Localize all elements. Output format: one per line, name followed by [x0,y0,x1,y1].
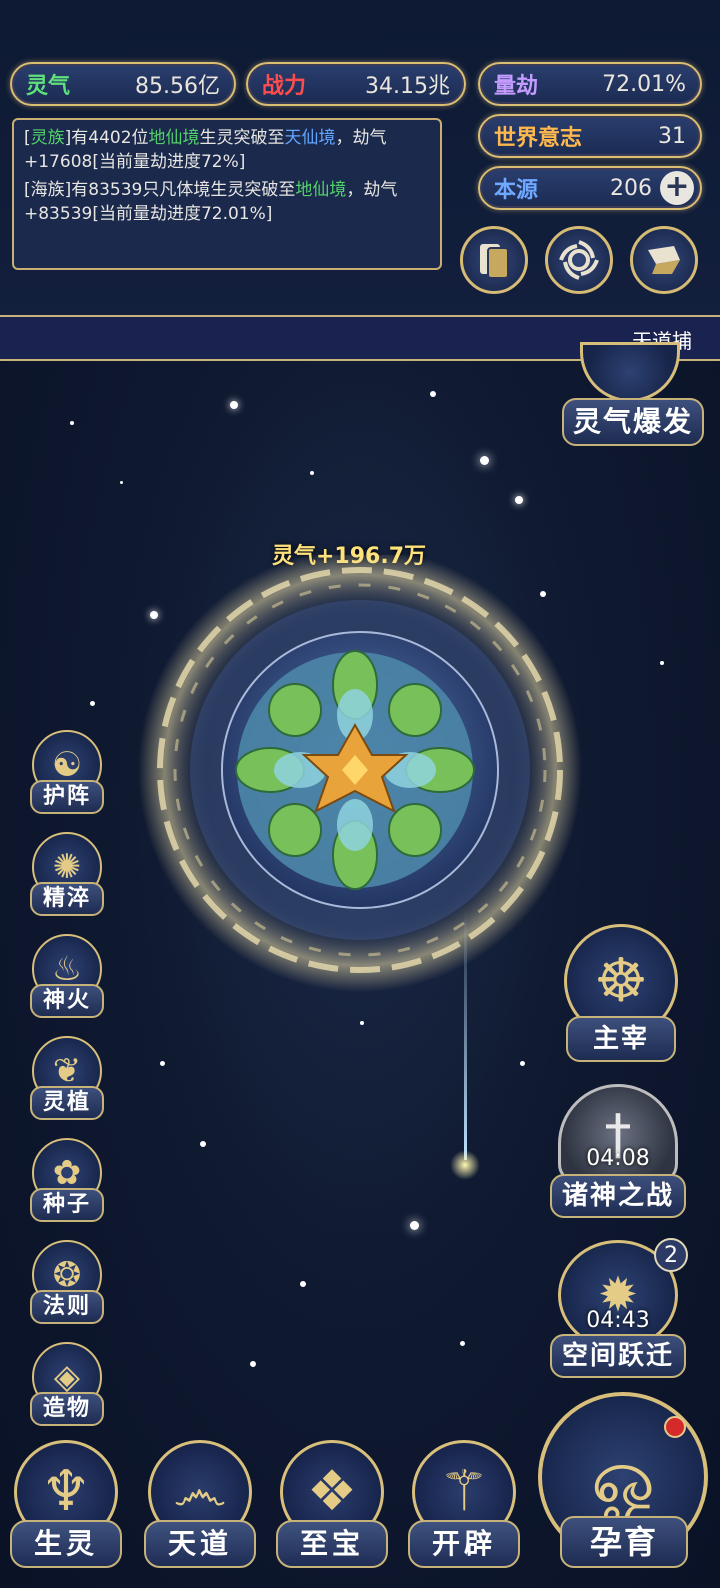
nurture-label: 孕育 [560,1516,688,1568]
master-button[interactable]: ☸ 主宰 [556,920,686,1070]
log-line-1: [灵族]有4402位地仙境生灵突破至天仙境，劫气+17608[当前量劫进度72%… [24,128,387,172]
left-btn-huzhen-label: 护阵 [30,780,104,814]
bottom-btn-kaipi-label: 开辟 [408,1520,520,1568]
left-btn-zaowu-label: 造物 [30,1392,104,1426]
gods-war-timer: 04:08 [586,1146,650,1171]
notification-dot-icon [664,1416,686,1438]
stat-shijie-label: 世界意志 [494,126,583,151]
left-btn-shenhuo-label: 神火 [30,984,104,1018]
bottom-btn-tiandao-label: 天道 [144,1520,256,1568]
nurture-button[interactable]: ஓ 孕育 [538,1392,714,1588]
scroll-button[interactable] [630,226,698,294]
left-btn-lingzhi[interactable]: ❦ 灵植 [26,1036,108,1126]
left-btn-zhongzi[interactable]: ✿ 种子 [26,1138,108,1228]
left-btn-jingcui-label: 精淬 [30,882,104,916]
left-btn-jingcui[interactable]: ✺ 精淬 [26,832,108,922]
burst-button[interactable]: 灵气爆发 [560,342,706,452]
gods-war-button[interactable]: † 04:08 诸神之战 [548,1080,688,1220]
left-btn-zhongzi-label: 种子 [30,1188,104,1222]
bottom-btn-kaipi[interactable]: ⚚ 开辟 [404,1440,524,1588]
world-orb[interactable] [130,555,590,1015]
left-btn-huzhen[interactable]: ☯ 护阵 [26,730,108,820]
left-btn-lingzhi-label: 灵植 [30,1086,104,1120]
stat-lingqi-value: 85.56亿 [135,74,220,99]
master-label: 主宰 [566,1016,676,1062]
cards-icon [480,244,509,279]
stat-shijie[interactable]: 世界意志 31 [478,114,702,158]
stat-benyuan-label: 本源 [494,178,539,203]
space-jump-label: 空间跃迁 [550,1334,686,1378]
space-jump-timer: 04:43 [586,1308,650,1333]
space-jump-button[interactable]: ✹ 2 04:43 空间跃迁 [548,1234,696,1380]
stat-benyuan[interactable]: 本源 206 + [478,166,702,210]
bottom-btn-zhibao-label: 至宝 [276,1520,388,1568]
stat-lingqi-label: 灵气 [26,74,71,99]
event-log: [灵族]有4402位地仙境生灵突破至天仙境，劫气+17608[当前量劫进度72%… [12,118,442,270]
bottom-btn-shengling-label: 生灵 [10,1520,122,1568]
burst-label: 灵气爆发 [562,398,704,446]
plus-icon[interactable]: + [660,171,694,205]
stat-liangjie-label: 量劫 [494,74,539,99]
cards-button[interactable] [460,226,528,294]
swirl-button[interactable] [545,226,613,294]
bottom-btn-tiandao[interactable]: ෴ 天道 [140,1440,260,1588]
stat-liangjie-value: 72.01% [602,71,686,97]
stat-benyuan-value: 206 [610,175,652,201]
stat-zhanli[interactable]: 战力 34.15兆 [246,62,466,106]
left-btn-zaowu[interactable]: ◈ 造物 [26,1342,108,1432]
top-panel: 灵气 85.56亿 战力 34.15兆 量劫 72.01% 世界意志 31 本源… [0,0,720,315]
stat-zhanli-value: 34.15兆 [365,74,450,99]
bottom-btn-zhibao[interactable]: ❖ 至宝 [272,1440,392,1588]
bottom-btn-shengling[interactable]: ♆ 生灵 [6,1440,126,1588]
sparkle-icon [450,1150,480,1180]
light-beam [464,910,467,1160]
gods-war-label: 诸神之战 [550,1174,686,1218]
sun-wheel-icon [580,342,680,402]
stat-shijie-value: 31 [658,123,686,149]
lotus-icon [235,650,475,890]
left-btn-shenhuo[interactable]: ♨ 神火 [26,934,108,1024]
scroll-icon [648,246,680,274]
swirl-icon [559,240,599,280]
stat-lingqi[interactable]: 灵气 85.56亿 [10,62,236,106]
left-btn-faze-label: 法则 [30,1290,104,1324]
left-btn-faze[interactable]: ❂ 法则 [26,1240,108,1330]
space-jump-badge: 2 [654,1238,688,1272]
log-line-2: [海族]有83539只凡体境生灵突破至地仙境，劫气+83539[当前量劫进度72… [24,180,398,224]
stat-liangjie[interactable]: 量劫 72.01% [478,62,702,106]
stat-zhanli-label: 战力 [262,74,307,99]
